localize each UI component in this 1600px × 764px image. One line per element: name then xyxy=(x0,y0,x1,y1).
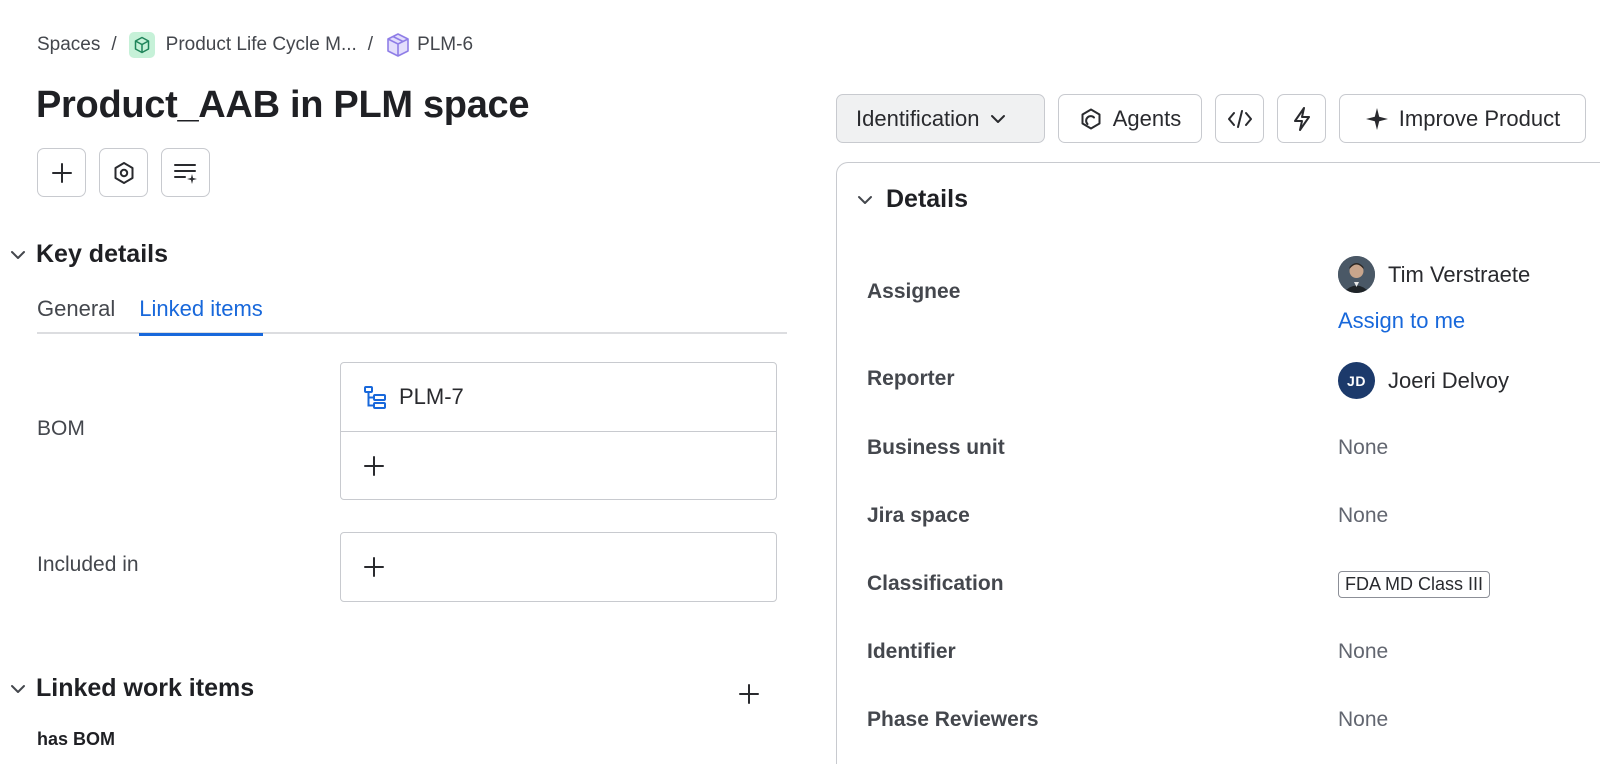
business-unit-value[interactable]: None xyxy=(1338,436,1388,460)
identification-label: Identification xyxy=(856,105,980,131)
action-toolbar xyxy=(37,148,210,197)
add-list-button[interactable] xyxy=(161,148,210,197)
sparkle-icon xyxy=(1365,107,1389,131)
identifier-label: Identifier xyxy=(867,640,956,663)
linked-work-items-header[interactable]: Linked work items xyxy=(0,674,254,703)
chevron-down-icon xyxy=(0,250,36,260)
assign-to-me-link[interactable]: Assign to me xyxy=(1338,308,1465,334)
assignee-value[interactable]: Tim Verstraete xyxy=(1338,256,1530,293)
bom-add-button[interactable] xyxy=(341,431,776,499)
business-unit-label: Business unit xyxy=(867,436,1005,459)
details-title: Details xyxy=(886,185,968,213)
plus-icon xyxy=(51,162,72,183)
breadcrumb-spaces-label: Spaces xyxy=(37,34,101,55)
identifier-value[interactable]: None xyxy=(1338,640,1388,664)
hierarchy-icon xyxy=(364,386,386,409)
automation-button[interactable] xyxy=(1277,94,1326,143)
breadcrumb-separator: / xyxy=(367,34,374,55)
cube-icon xyxy=(128,32,155,58)
list-add-icon xyxy=(173,163,197,184)
plus-icon xyxy=(739,684,759,704)
classification-tag[interactable]: FDA MD Class III xyxy=(1338,571,1491,598)
phase-reviewers-label: Phase Reviewers xyxy=(867,708,1039,731)
tab-general[interactable]: General xyxy=(37,294,115,334)
bom-item-key: PLM-7 xyxy=(399,384,464,409)
code-button[interactable] xyxy=(1215,94,1264,143)
issue-toolbar: Identification Agents Improve Product xyxy=(836,94,1586,143)
plus-icon xyxy=(364,557,384,577)
hexagon-icon xyxy=(114,161,133,184)
reporter-label: Reporter xyxy=(867,367,955,390)
agents-button[interactable]: Agents xyxy=(1058,94,1202,143)
chevron-down-icon xyxy=(0,684,36,694)
classification-label: Classification xyxy=(867,572,1004,595)
jira-space-value[interactable]: None xyxy=(1338,504,1388,528)
breadcrumb-project[interactable]: Product Life Cycle M... xyxy=(128,32,357,58)
breadcrumb-issue[interactable]: PLM-6 xyxy=(385,32,473,58)
improve-product-button[interactable]: Improve Product xyxy=(1339,94,1586,143)
tab-linked-items[interactable]: Linked items xyxy=(139,294,263,336)
included-in-add-button[interactable] xyxy=(341,533,776,601)
code-icon xyxy=(1227,109,1252,128)
agents-icon xyxy=(1079,107,1103,131)
box-icon xyxy=(385,32,411,58)
key-details-header[interactable]: Key details xyxy=(0,240,168,269)
breadcrumb-spaces[interactable]: Spaces xyxy=(37,34,100,56)
page-title[interactable]: Product_AAB in PLM space xyxy=(36,84,530,127)
breadcrumb-separator: / xyxy=(111,34,117,55)
apps-button[interactable] xyxy=(99,148,148,197)
lightning-icon xyxy=(1293,106,1310,131)
avatar xyxy=(1338,256,1375,293)
chevron-down-icon xyxy=(990,114,1005,123)
breadcrumb-issue-label: PLM-6 xyxy=(417,34,474,55)
identification-dropdown[interactable]: Identification xyxy=(836,94,1045,143)
agents-label: Agents xyxy=(1112,105,1182,131)
plus-icon xyxy=(364,455,384,476)
included-in-field xyxy=(340,532,777,602)
reporter-name: Joeri Delvoy xyxy=(1388,367,1510,393)
assignee-label: Assignee xyxy=(867,280,961,303)
reporter-value[interactable]: JD Joeri Delvoy xyxy=(1338,362,1509,399)
breadcrumb-project-label: Product Life Cycle M... xyxy=(165,34,357,55)
jira-space-label: Jira space xyxy=(867,504,970,527)
details-panel: Details xyxy=(836,162,1600,764)
included-in-label: Included in xyxy=(37,553,139,576)
key-details-tabs: General Linked items xyxy=(37,294,787,336)
bom-field: PLM-7 xyxy=(340,362,777,500)
add-linked-work-item-button[interactable] xyxy=(730,675,768,713)
phase-reviewers-value[interactable]: None xyxy=(1338,708,1388,732)
details-header[interactable]: Details xyxy=(857,185,968,214)
link-type-heading: has BOM xyxy=(37,729,116,749)
bom-item-plm-7[interactable]: PLM-7 xyxy=(341,363,776,431)
linked-work-items-title: Linked work items xyxy=(36,674,255,702)
bom-label: BOM xyxy=(37,417,85,440)
breadcrumb: Spaces / Product Life Cycle M... / PLM-6 xyxy=(37,30,473,60)
chevron-down-icon xyxy=(858,195,872,204)
improve-product-label: Improve Product xyxy=(1398,105,1561,131)
assignee-name: Tim Verstraete xyxy=(1388,261,1531,287)
key-details-title: Key details xyxy=(36,240,169,268)
add-button[interactable] xyxy=(37,148,86,197)
avatar: JD xyxy=(1338,362,1375,399)
